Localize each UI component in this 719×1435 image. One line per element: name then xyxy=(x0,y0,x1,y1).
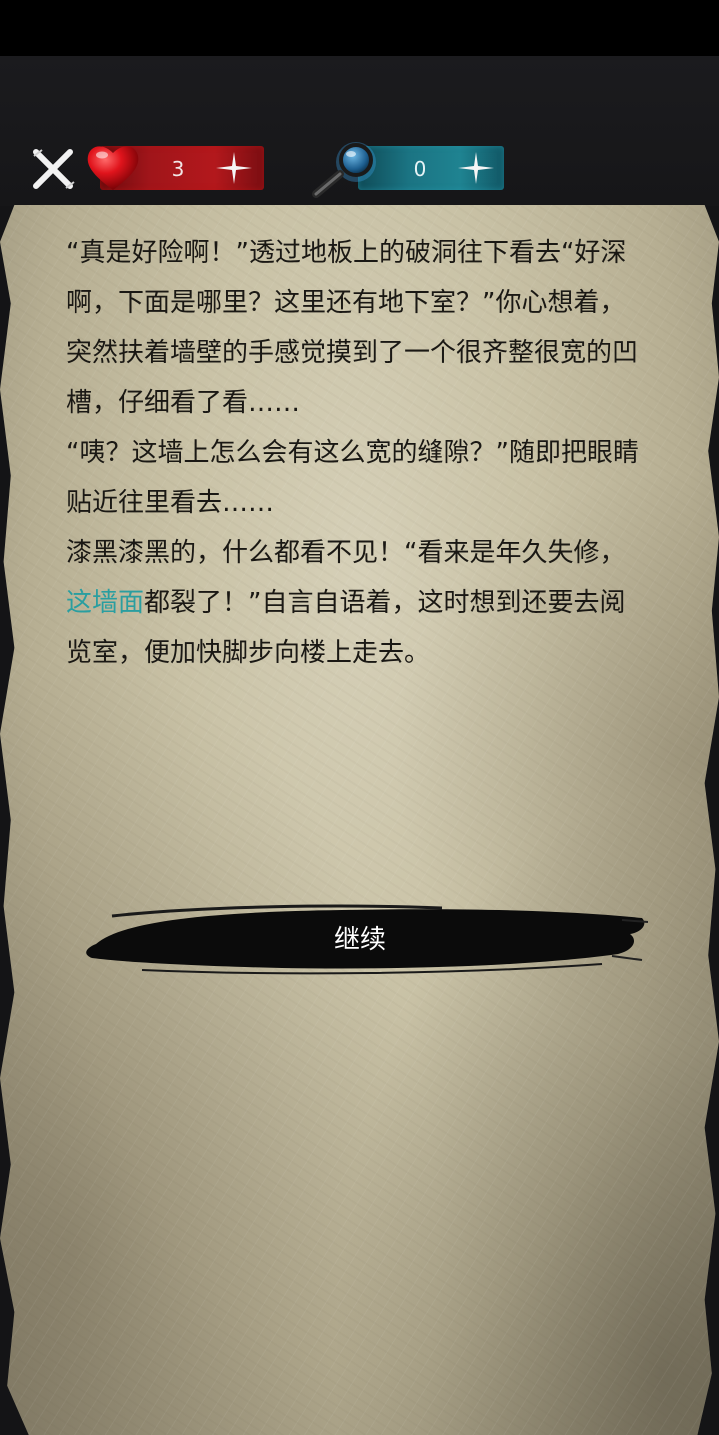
close-button[interactable] xyxy=(30,146,76,192)
story-text: “真是好险啊！”透过地板上的破洞往下看去“好深啊，下面是哪里？这里还有地下室？”… xyxy=(66,228,642,678)
add-hint-button[interactable] xyxy=(454,148,498,188)
plus-icon xyxy=(216,152,252,184)
life-count: 3 xyxy=(171,157,185,181)
continue-label: 继续 xyxy=(333,925,386,955)
story-paragraph: 漆黑漆黑的，什么都看不见！“看来是年久失修， 这墙面都裂了！”自言自语着，这时想到… xyxy=(66,528,642,678)
close-icon xyxy=(33,149,75,189)
hint-count: 0 xyxy=(413,157,427,181)
story-paragraph: “咦？这墙上怎么会有这么宽的缝隙？”随即把眼睛贴近往里看去…… xyxy=(66,438,639,518)
game-screen: 3 0 “真是好险啊！”透过地板上的破洞往下看去“好深啊，下面是哪里？这里还有地… xyxy=(0,0,719,1435)
magnifier-icon xyxy=(306,138,386,202)
heart-icon xyxy=(84,140,142,194)
status-bar xyxy=(0,0,719,56)
continue-button[interactable]: 继续 xyxy=(82,904,648,976)
story-text-segment: 都裂了！”自言自语着，这时想到还要去阅览室，便加快脚步向楼上走去。 xyxy=(66,588,626,668)
add-life-button[interactable] xyxy=(212,148,256,188)
story-paragraph: “真是好险啊！”透过地板上的破洞往下看去“好深啊，下面是哪里？这里还有地下室？”… xyxy=(66,238,639,418)
plus-icon xyxy=(458,152,494,184)
story-text-segment: 漆黑漆黑的，什么都看不见！“看来是年久失修， xyxy=(66,538,626,568)
highlighted-clue-text[interactable]: 这墙面 xyxy=(66,588,144,618)
